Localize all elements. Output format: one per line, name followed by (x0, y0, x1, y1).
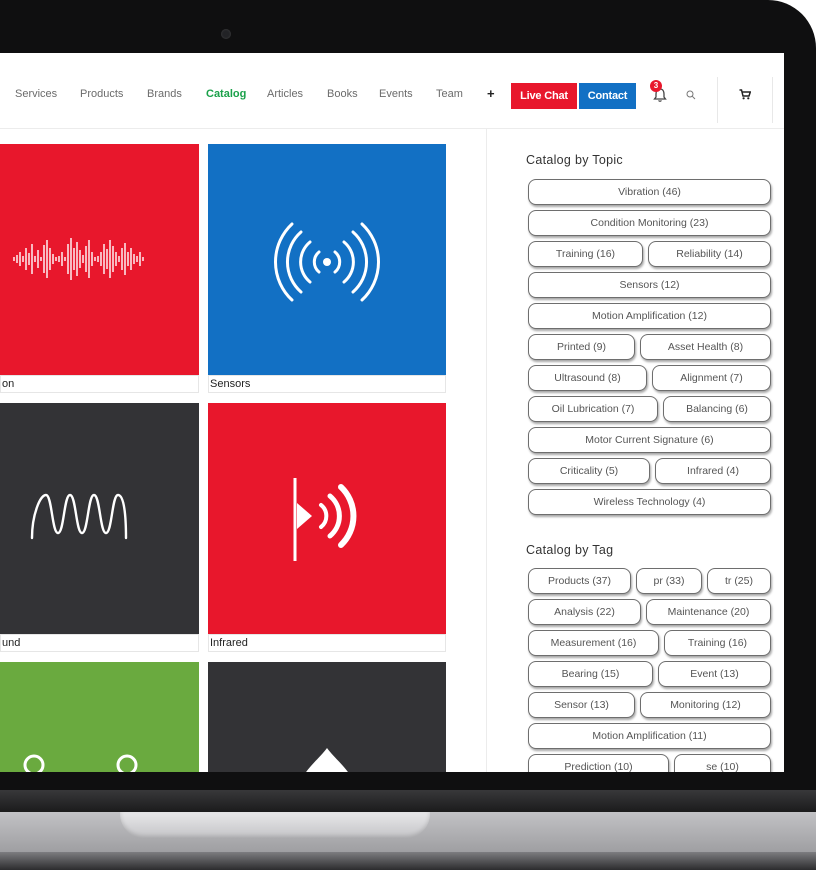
tag-maintenance[interactable]: Maintenance (20) (646, 599, 771, 625)
nav-team[interactable]: Team (436, 88, 463, 100)
browser-screen: Services Products Brands Catalog Article… (0, 53, 784, 772)
tag-products[interactable]: Products (37) (528, 568, 631, 594)
tag-tr[interactable]: tr (25) (707, 568, 771, 594)
rings-icon (23, 754, 138, 772)
tile-image (0, 662, 199, 772)
header-divider-right (772, 77, 773, 123)
topic-title: Catalog by Topic (526, 153, 623, 167)
topic-vibration[interactable]: Vibration (46) (528, 179, 771, 205)
topic-reliability[interactable]: Reliability (14) (648, 241, 771, 267)
soundwave-icon (13, 238, 144, 280)
tag-motion-amplification[interactable]: Motion Amplification (11) (528, 723, 771, 749)
tile-image (208, 403, 446, 634)
catalog-tile-vibration[interactable]: on (0, 144, 199, 397)
tile-label[interactable]: Infrared (208, 634, 446, 652)
tile-image (0, 144, 199, 375)
tag-monitoring[interactable]: Monitoring (12) (640, 692, 771, 718)
topic-asset-health[interactable]: Asset Health (8) (640, 334, 771, 360)
tag-title: Catalog by Tag (526, 543, 614, 557)
tile-label[interactable]: und (0, 634, 199, 652)
header-divider (717, 77, 718, 123)
tile-image (0, 403, 199, 634)
topic-alignment[interactable]: Alignment (7) (652, 365, 771, 391)
topic-sensors[interactable]: Sensors (12) (528, 272, 771, 298)
tag-bearing[interactable]: Bearing (15) (528, 661, 653, 687)
nav-articles[interactable]: Articles (267, 88, 303, 100)
cart-icon[interactable] (739, 89, 751, 100)
topic-oil-lubrication[interactable]: Oil Lubrication (7) (528, 396, 658, 422)
tag-analysis[interactable]: Analysis (22) (528, 599, 641, 625)
topic-wireless-technology[interactable]: Wireless Technology (4) (528, 489, 771, 515)
catalog-tile-infrared[interactable]: Infrared (208, 403, 446, 656)
nav-services[interactable]: Services (15, 88, 57, 100)
topic-motion-amplification[interactable]: Motion Amplification (12) (528, 303, 771, 329)
tag-sensor[interactable]: Sensor (13) (528, 692, 635, 718)
tag-measurement[interactable]: Measurement (16) (528, 630, 659, 656)
topic-ultrasound[interactable]: Ultrasound (8) (528, 365, 647, 391)
tag-se[interactable]: se (10) (674, 754, 771, 772)
topic-printed[interactable]: Printed (9) (528, 334, 635, 360)
nav-catalog[interactable]: Catalog (206, 88, 246, 100)
nav-products[interactable]: Products (80, 88, 123, 100)
topic-criticality[interactable]: Criticality (5) (528, 458, 650, 484)
tile-label[interactable]: Sensors (208, 375, 446, 393)
catalog-tile-oil[interactable] (208, 662, 446, 772)
nav-books[interactable]: Books (327, 88, 358, 100)
nav-events[interactable]: Events (379, 88, 413, 100)
laptop-notch (120, 812, 430, 838)
search-icon[interactable] (686, 90, 696, 100)
tile-image (208, 662, 446, 772)
site-header: Services Products Brands Catalog Article… (0, 53, 784, 129)
contact-button[interactable]: Contact (579, 83, 636, 109)
catalog-tile-ultrasound[interactable]: und (0, 403, 199, 656)
catalog-tile-sensors[interactable]: Sensors (208, 144, 446, 397)
laptop-base-edge (0, 852, 816, 870)
webcam (221, 29, 231, 39)
infrared-icon (293, 478, 357, 561)
wireless-signal-icon (274, 222, 380, 302)
nav-more-button[interactable]: + (487, 86, 495, 101)
tile-image (208, 144, 446, 375)
laptop-hinge (0, 790, 816, 812)
topic-training[interactable]: Training (16) (528, 241, 643, 267)
nav-brands[interactable]: Brands (147, 88, 182, 100)
tag-prediction[interactable]: Prediction (10) (528, 754, 669, 772)
topic-motor-current-signature[interactable]: Motor Current Signature (6) (528, 427, 771, 453)
topic-infrared[interactable]: Infrared (4) (655, 458, 771, 484)
catalog-tile-green[interactable] (0, 662, 199, 772)
notification-badge: 3 (650, 80, 662, 92)
topic-condition-monitoring[interactable]: Condition Monitoring (23) (528, 210, 771, 236)
tag-event[interactable]: Event (13) (658, 661, 771, 687)
tile-label[interactable]: on (0, 375, 199, 393)
tag-training[interactable]: Training (16) (664, 630, 771, 656)
tag-pr[interactable]: pr (33) (636, 568, 702, 594)
sidebar-divider (486, 129, 487, 772)
topic-balancing[interactable]: Balancing (6) (663, 396, 771, 422)
ultrasound-wave-icon (30, 493, 128, 540)
oil-drop-icon (306, 748, 348, 772)
live-chat-button[interactable]: Live Chat (511, 83, 577, 109)
